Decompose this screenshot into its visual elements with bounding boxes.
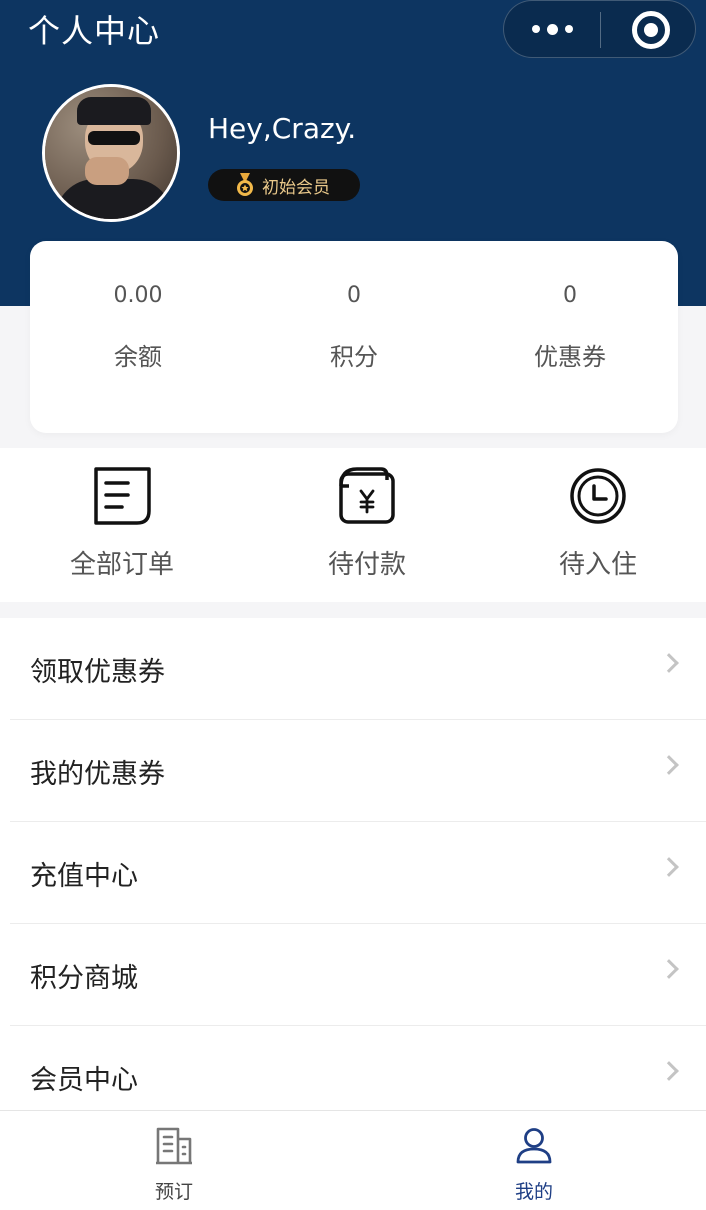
all-orders-button[interactable]: 全部订单 (42, 448, 202, 602)
bottom-tab-bar: 预订 我的 (0, 1110, 706, 1210)
capsule-divider (600, 12, 601, 48)
building-icon (156, 1127, 192, 1165)
order-label: 全部订单 (69, 550, 174, 580)
more-dot-icon (546, 23, 558, 35)
user-greeting: Hey,Crazy. (208, 112, 357, 145)
menu-item-label: 积分商城 (30, 963, 138, 994)
order-label: 待入住 (558, 550, 637, 580)
stat-points[interactable]: 0 积分 (246, 241, 462, 433)
stat-value: 0 (347, 283, 361, 308)
close-miniprogram-icon[interactable] (632, 11, 670, 49)
stat-value: 0.00 (113, 283, 163, 308)
chevron-right-icon (659, 1061, 679, 1081)
menu-item-my-coupons[interactable]: 我的优惠券 (0, 720, 706, 822)
stat-value: 0 (563, 283, 577, 308)
menu-item-recharge[interactable]: 充值中心 (0, 822, 706, 924)
menu-item-label: 充值中心 (30, 861, 138, 892)
member-level-label: 初始会员 (262, 177, 330, 198)
member-level-badge[interactable]: 初始会员 (208, 169, 360, 201)
miniprogram-capsule (503, 0, 696, 58)
order-label: 待付款 (327, 550, 406, 580)
stat-label: 积分 (330, 343, 378, 371)
stat-label: 余额 (114, 343, 162, 371)
more-dot-icon (564, 25, 573, 33)
clock-icon (570, 468, 626, 524)
stat-coupons[interactable]: 0 优惠券 (462, 241, 678, 433)
user-icon (516, 1128, 552, 1164)
more-dot-icon (531, 25, 540, 33)
tab-booking[interactable]: 预订 (74, 1111, 274, 1210)
order-shortcuts: 全部订单 待付款 待入住 (0, 448, 706, 602)
pending-payment-button[interactable]: 待付款 (287, 448, 447, 602)
menu-item-claim-coupons[interactable]: 领取优惠券 (0, 618, 706, 720)
menu-list: 领取优惠券 我的优惠券 充值中心 积分商城 会员中心 (0, 618, 706, 1110)
menu-item-label: 我的优惠券 (30, 759, 165, 790)
tab-label: 预订 (154, 1181, 193, 1203)
menu-item-points-mall[interactable]: 积分商城 (0, 924, 706, 1026)
chevron-right-icon (659, 857, 679, 877)
medal-icon (237, 173, 253, 196)
more-options-button[interactable] (504, 1, 600, 57)
order-list-icon (94, 467, 151, 525)
menu-item-label: 领取优惠券 (30, 657, 165, 688)
avatar[interactable] (42, 84, 180, 222)
wallet-yen-icon (339, 467, 395, 524)
chevron-right-icon (659, 755, 679, 775)
chevron-right-icon (659, 653, 679, 673)
tab-mine[interactable]: 我的 (434, 1111, 634, 1210)
menu-item-label: 会员中心 (30, 1065, 138, 1096)
account-stats-card: 0.00 余额 0 积分 0 优惠券 (30, 241, 678, 433)
pending-checkin-button[interactable]: 待入住 (518, 448, 678, 602)
tab-label: 我的 (514, 1181, 553, 1203)
chevron-right-icon (659, 959, 679, 979)
page-title: 个人中心 (28, 12, 161, 50)
stat-label: 优惠券 (534, 343, 606, 371)
stat-balance[interactable]: 0.00 余额 (30, 241, 246, 433)
